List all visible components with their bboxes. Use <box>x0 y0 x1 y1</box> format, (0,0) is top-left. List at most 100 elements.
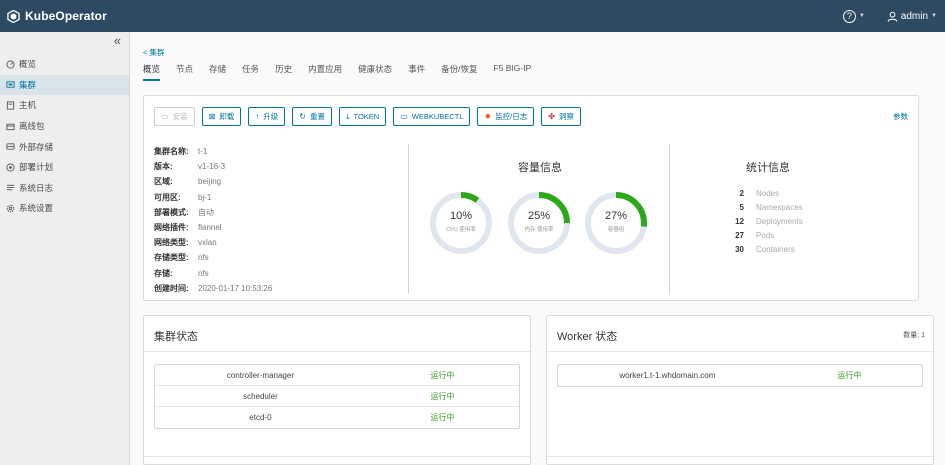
stat-name: Nodes <box>756 189 780 199</box>
info-value: 2020-01-17 10:53:26 <box>198 283 273 293</box>
info-row: 创建时间: 2020-01-17 10:53:26 <box>154 281 272 296</box>
info-row: 版本: v1-16-3 <box>154 159 272 174</box>
tab-health[interactable]: 健康状态 <box>358 63 392 81</box>
cluster-icon <box>6 80 15 89</box>
sidebar-item-label: 概览 <box>19 59 37 70</box>
tab-overview[interactable]: 概览 <box>143 63 161 81</box>
info-row: 区域: beijing <box>154 174 272 189</box>
insight-button[interactable]: ✤ 洞察 <box>541 107 581 126</box>
gauge-label: 容器组 <box>607 227 625 233</box>
insight-label: 洞察 <box>558 112 574 121</box>
sidebar-item-cluster[interactable]: 集群 <box>0 74 129 96</box>
sidebar-item-host[interactable]: 主机 <box>0 95 129 116</box>
gauge-ring <box>508 192 570 254</box>
component-status-table: controller-manager 运行中 scheduler 运行中 etc… <box>154 364 520 429</box>
sidebar-item-label: 部署计划 <box>19 162 54 173</box>
gauge-percent: 10% <box>449 210 473 222</box>
info-value: v1-16-3 <box>198 162 226 172</box>
upgrade-button[interactable]: ↑ 升级 <box>248 107 286 126</box>
worker-count: 数量: 1 <box>903 332 925 339</box>
stat-row: 30 Containers <box>720 242 803 256</box>
refresh-icon: ↻ <box>299 112 306 121</box>
divider <box>547 456 933 457</box>
status-badge: 运行中 <box>430 413 455 422</box>
tab-events[interactable]: 事件 <box>408 63 425 81</box>
terminal-icon: ▭ <box>400 112 408 121</box>
gauge-track <box>430 192 492 254</box>
main-content: < 集群 概览 节点 存储 任务 历史 内置应用 健康状态 事件 备份/恢复 F… <box>130 32 945 465</box>
tab-builtin-apps[interactable]: 内置应用 <box>308 63 342 81</box>
tab-history[interactable]: 历史 <box>275 63 292 81</box>
webkubectl-button[interactable]: ▭ WEBKUBECTL <box>393 107 471 126</box>
token-button[interactable]: ⤓ TOKEN <box>338 107 387 126</box>
stat-name: Pods <box>756 230 775 240</box>
info-value: nfs <box>198 268 209 278</box>
tab-f5[interactable]: F5 BIG-IP <box>494 63 532 81</box>
sidebar-item-plan[interactable]: 部署计划 <box>0 157 129 178</box>
status-badge: 运行中 <box>430 391 455 401</box>
tab-storage[interactable]: 存储 <box>209 63 226 81</box>
table-row: etcd-0 运行中 <box>155 407 519 428</box>
help-menu[interactable]: ? ▼ <box>842 9 865 23</box>
chevron-down-icon: ▼ <box>858 13 865 19</box>
info-row: 存储: nfs <box>154 266 272 281</box>
host-icon <box>6 101 15 110</box>
sidebar-item-overview[interactable]: 概览 <box>0 54 129 75</box>
insight-icon: ✤ <box>548 112 555 121</box>
tab-tasks[interactable]: 任务 <box>242 63 259 81</box>
sidebar-item-package[interactable]: 离线包 <box>0 116 129 137</box>
sidebar-item-log[interactable]: 系统日志 <box>0 178 129 199</box>
sidebar-item-settings[interactable]: 系统设置 <box>0 198 129 219</box>
sidebar-item-storage[interactable]: 外部存储 <box>0 136 129 157</box>
tab-bar: 概览 节点 存储 任务 历史 内置应用 健康状态 事件 备份/恢复 F5 BIG… <box>143 63 547 81</box>
stat-name: Deployments <box>756 216 803 226</box>
tab-backup[interactable]: 备份/恢复 <box>441 63 477 81</box>
chevron-down-icon: ▼ <box>931 13 937 19</box>
monitor-label: 监控/日志 <box>495 112 528 121</box>
stat-count: 12 <box>735 216 744 226</box>
pods-gauge: 27% 容器组 <box>583 190 649 256</box>
install-button[interactable]: ▭ 安装 <box>154 107 195 126</box>
sidebar-item-label: 系统设置 <box>19 203 54 214</box>
gauge-label: 内存 使用率 <box>524 227 554 233</box>
reset-button[interactable]: ↻ 重置 <box>292 107 332 126</box>
info-key: 部署模式: <box>154 207 189 217</box>
stat-row: 12 Deployments <box>720 215 803 229</box>
sidebar-item-label: 集群 <box>19 79 37 90</box>
collapse-sidebar-button[interactable]: « <box>0 32 129 54</box>
package-icon <box>6 122 15 131</box>
download-icon: ⤓ <box>345 111 350 121</box>
stat-row: 2 Nodes <box>720 187 803 201</box>
table-row: worker1.t-1.whdomain.com 运行中 <box>558 365 922 386</box>
back-to-clusters-link[interactable]: < 集群 <box>143 47 164 58</box>
user-menu[interactable]: admin ▼ <box>887 11 937 22</box>
params-link[interactable]: 参数 <box>893 111 908 122</box>
info-row: 网络插件: flannel <box>154 220 272 235</box>
help-circle-icon: ? <box>842 9 856 23</box>
arrow-up-icon: ↑ <box>255 112 260 121</box>
divider <box>547 351 933 352</box>
stats-list: 2 Nodes 5 Namespaces 12 Deployments 27 Pods … <box>720 187 803 256</box>
info-value: vxlan <box>198 238 217 248</box>
divider <box>144 351 530 352</box>
table-row: controller-manager 运行中 <box>155 365 519 386</box>
info-key: 集群名称: <box>154 147 189 157</box>
info-key: 网络插件: <box>154 223 189 233</box>
cpu-usage-gauge: 10% CPU 使用率 <box>428 190 494 256</box>
component-name: scheduler <box>243 391 278 401</box>
cluster-status-title: 集群状态 <box>154 331 198 343</box>
tab-nodes[interactable]: 节点 <box>176 63 193 81</box>
sidebar-item-label: 系统日志 <box>19 182 54 193</box>
stat-count: 27 <box>735 230 744 240</box>
brand[interactable]: KubeOperator <box>0 9 107 23</box>
uninstall-button[interactable]: ⊠ 卸载 <box>201 107 242 126</box>
username: admin <box>900 10 929 22</box>
monitor-button[interactable]: ✹ 监控/日志 <box>477 107 535 126</box>
info-row: 存储类型: nfs <box>154 250 272 265</box>
token-label: TOKEN <box>353 112 380 121</box>
info-key: 存储类型: <box>154 253 189 263</box>
status-badge: 运行中 <box>430 370 455 380</box>
top-header: KubeOperator ? ▼ admin ▼ <box>0 0 945 32</box>
info-row: 网络类型: vxlan <box>154 235 272 250</box>
gauge-label: CPU 使用率 <box>446 227 476 233</box>
